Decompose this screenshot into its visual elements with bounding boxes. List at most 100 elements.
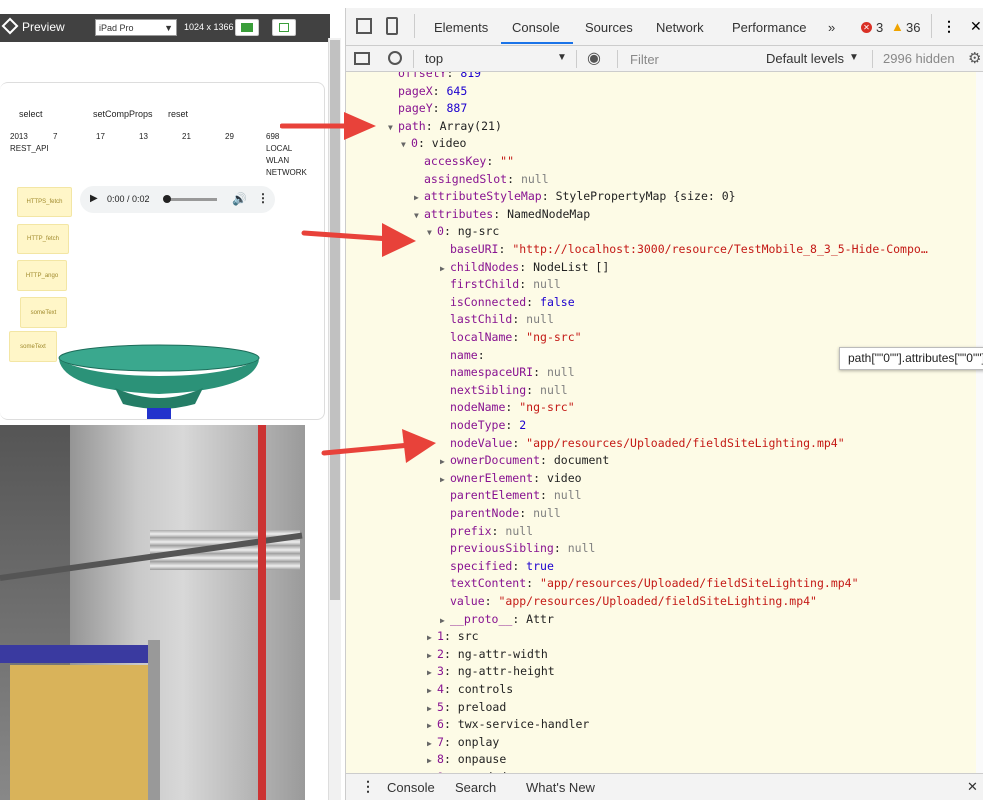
console-scrollbar[interactable] <box>976 72 983 773</box>
collapsed-triangle-icon[interactable]: ▶ <box>427 633 437 642</box>
warning-count[interactable]: 36 <box>906 20 920 35</box>
console-line[interactable]: ▶ 6: twx-service-handler <box>427 717 589 735</box>
console-line[interactable]: ▶ 3: ng-attr-height <box>427 664 555 682</box>
3d-model-viewport[interactable] <box>55 338 265 420</box>
annotation-arrow <box>301 223 416 257</box>
filter-input[interactable]: Filter <box>630 52 659 67</box>
kebab-menu-icon[interactable]: ⋮ <box>942 18 956 35</box>
console-line[interactable]: ▶ ownerDocument: document <box>440 453 609 471</box>
console-line[interactable]: ▶ 4: controls <box>427 682 513 700</box>
tab-performance[interactable]: Performance <box>732 20 806 35</box>
collapsed-triangle-icon[interactable]: ▶ <box>427 704 437 713</box>
log-levels-select[interactable]: Default levels <box>766 51 844 66</box>
rotate-button[interactable] <box>235 19 259 36</box>
console-line[interactable]: ▼ attributes: NamedNodeMap <box>414 207 590 225</box>
audio-progress-handle[interactable] <box>163 195 171 203</box>
http-fetch-button[interactable]: HTTP_fetch <box>17 224 69 254</box>
property-colon: : <box>519 259 534 274</box>
open-external-button[interactable] <box>272 19 296 36</box>
console-line[interactable]: ▶ attributeStyleMap: StylePropertyMap {si… <box>414 189 736 207</box>
property-value: "ng-src" <box>519 400 575 415</box>
property-value: StylePropertyMap {size: 0} <box>555 189 736 204</box>
property-colon: : <box>498 242 513 256</box>
property-colon: : <box>541 189 556 204</box>
console-line[interactable]: ▶ 1: src <box>427 629 479 647</box>
active-tab-indicator <box>501 42 573 44</box>
property-key: 7 <box>437 734 444 749</box>
collapsed-triangle-icon[interactable]: ▶ <box>427 756 437 765</box>
settings-gear-icon[interactable]: ⚙ <box>968 49 981 67</box>
console-line[interactable]: ▶ 7: onplay <box>427 735 499 753</box>
tab-console[interactable]: Console <box>512 20 560 35</box>
audio-player[interactable]: ▶ 0:00 / 0:02 🔊 ⋮ <box>80 186 275 213</box>
warning-icon[interactable]: ▲ <box>891 19 904 34</box>
console-line[interactable]: ▶ childNodes: NodeList [] <box>440 260 609 278</box>
console-line[interactable]: ▶ 5: preload <box>427 700 506 718</box>
sometext-button[interactable]: someText <box>20 297 67 328</box>
property-colon: : <box>491 523 506 538</box>
collapsed-triangle-icon[interactable]: ▶ <box>440 616 450 625</box>
eye-icon[interactable]: ◉ <box>587 48 601 68</box>
collapsed-triangle-icon[interactable]: ▶ <box>440 457 450 466</box>
expanded-triangle-icon[interactable]: ▼ <box>427 228 437 237</box>
sometext-button[interactable]: someText <box>9 331 57 362</box>
screenshot-root: Preview iPad Pro ▼ 1024 x 1366 select set… <box>0 0 983 800</box>
property-value: document <box>553 453 610 468</box>
close-icon[interactable]: ✕ <box>970 18 982 35</box>
tab-elements[interactable]: Elements <box>434 20 488 35</box>
console-line[interactable]: ▶ __proto__: Attr <box>440 612 554 630</box>
tab-sources[interactable]: Sources <box>585 20 633 35</box>
collapsed-triangle-icon[interactable]: ▶ <box>427 721 437 730</box>
collapsed-triangle-icon[interactable]: ▶ <box>427 668 437 677</box>
collapsed-triangle-icon[interactable]: ▶ <box>427 739 437 748</box>
clear-console-icon[interactable] <box>388 51 402 65</box>
drawer-tab-console[interactable]: Console <box>387 780 435 795</box>
tab-network[interactable]: Network <box>656 20 704 35</box>
close-drawer-icon[interactable]: ✕ <box>967 779 978 795</box>
console-line[interactable]: ▼ 0: ng-src <box>427 224 499 242</box>
console-line[interactable]: ▶ ownerElement: video <box>440 471 582 489</box>
collapsed-triangle-icon[interactable]: ▶ <box>440 264 450 273</box>
property-value: video <box>431 136 467 151</box>
property-key: prefix <box>450 523 492 538</box>
error-icon[interactable]: ✕ <box>861 22 872 33</box>
more-vertical-icon[interactable]: ⋮ <box>257 191 269 205</box>
collapsed-triangle-icon[interactable]: ▶ <box>427 686 437 695</box>
sidebar-toggle-icon[interactable] <box>354 52 370 65</box>
header-reset: reset <box>168 109 189 119</box>
console-line[interactable]: ▼ 0: video <box>401 136 466 154</box>
expanded-triangle-icon[interactable]: ▼ <box>401 140 411 149</box>
play-icon[interactable]: ▶ <box>90 193 98 204</box>
console-output[interactable]: offsetY: 819 pageX: 645 pageY: 887 ▼ path: A… <box>346 72 976 773</box>
property-key: 5 <box>437 699 444 714</box>
caret-down-icon[interactable]: ▼ <box>849 52 859 63</box>
expanded-triangle-icon[interactable]: ▼ <box>388 123 398 132</box>
drawer-menu-icon[interactable]: ⋮ <box>361 778 375 795</box>
property-key: nextSibling <box>450 382 527 397</box>
http-ango-button[interactable]: HTTP_ango <box>17 260 67 291</box>
property-colon: : <box>443 629 458 644</box>
collapsed-triangle-icon[interactable]: ▶ <box>414 193 424 202</box>
collapsed-triangle-icon[interactable]: ▶ <box>427 651 437 660</box>
header-setcompprops: setCompProps <box>93 109 153 119</box>
volume-icon[interactable]: 🔊 <box>232 192 247 206</box>
inspect-icon[interactable] <box>356 18 372 34</box>
cell-value: 7 <box>53 132 58 141</box>
device-select[interactable]: iPad Pro ▼ <box>95 19 177 36</box>
caret-down-icon[interactable]: ▼ <box>557 52 567 63</box>
audio-progress-track[interactable] <box>165 198 217 201</box>
property-key: lastChild <box>450 312 513 327</box>
drawer-tab-whats-new[interactable]: What's New <box>526 780 595 795</box>
property-key: nodeType <box>450 418 506 432</box>
more-tabs-button[interactable]: » <box>828 20 835 35</box>
context-select[interactable]: top <box>425 51 443 66</box>
https-fetch-button[interactable]: HTTPS_fetch <box>17 187 72 217</box>
console-line[interactable]: ▶ 2: ng-attr-width <box>427 647 548 665</box>
console-line[interactable]: ▼ path: Array(21) <box>388 119 502 137</box>
error-count[interactable]: 3 <box>876 20 883 35</box>
console-line[interactable]: ▶ 8: onpause <box>427 752 506 770</box>
property-colon: : <box>533 470 547 485</box>
device-toolbar-icon[interactable] <box>386 17 398 35</box>
collapsed-triangle-icon[interactable]: ▶ <box>440 475 450 484</box>
drawer-tab-search[interactable]: Search <box>455 780 496 795</box>
